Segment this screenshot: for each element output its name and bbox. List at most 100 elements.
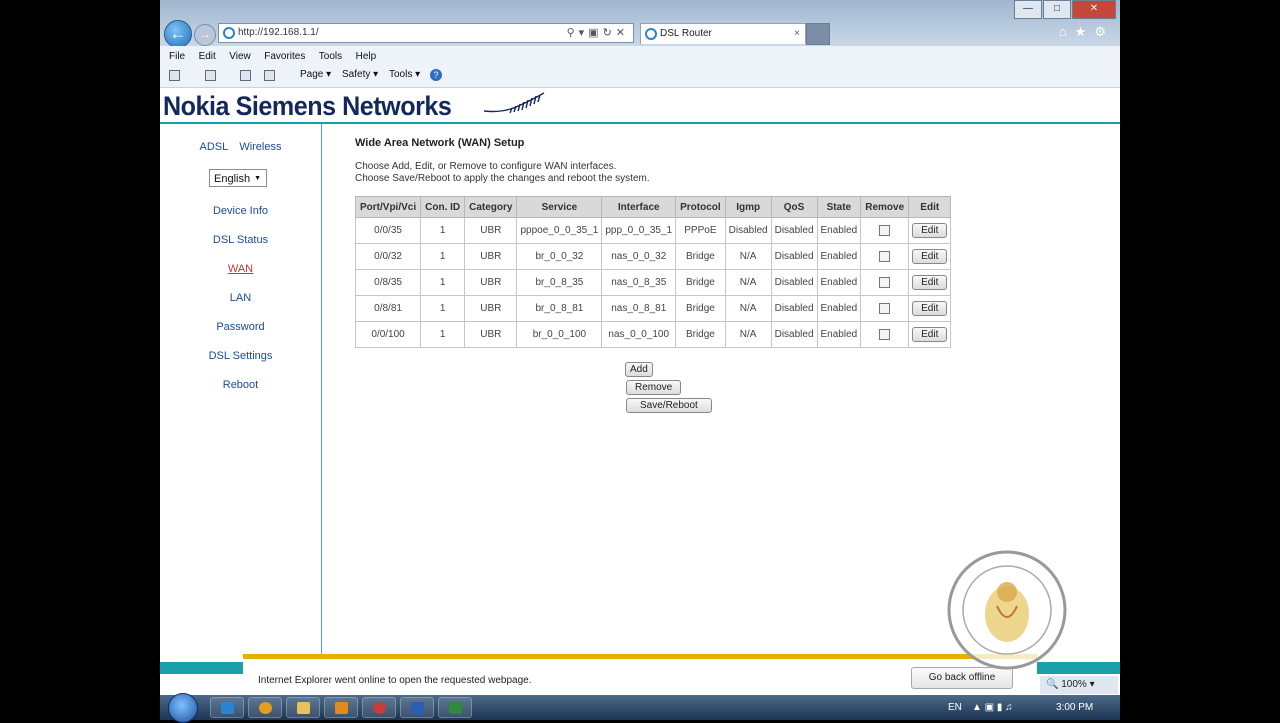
menu-favorites[interactable]: Favorites xyxy=(264,51,305,62)
edit-button[interactable]: Edit xyxy=(912,327,948,342)
address-tools-icon[interactable]: ⚲▾▣↻✕ xyxy=(567,24,629,42)
ie-page-icon xyxy=(223,27,235,39)
table-cell: Bridge xyxy=(675,295,726,322)
forward-button[interactable]: → xyxy=(194,24,216,46)
column-header: State xyxy=(816,196,862,218)
edit-button[interactable]: Edit xyxy=(912,301,948,316)
table-cell: nas_0_0_32 xyxy=(601,243,677,270)
menu-help[interactable]: Help xyxy=(356,51,377,62)
back-button[interactable]: ← xyxy=(164,20,192,48)
sidebar-item-lan[interactable]: LAN xyxy=(160,292,321,304)
start-button-icon[interactable] xyxy=(168,693,198,723)
table-cell: Disabled xyxy=(770,295,818,322)
column-header: Interface xyxy=(601,196,677,218)
tray-icons[interactable]: ▲ ▣ ▮ ♫ xyxy=(972,702,1013,713)
table-cell: nas_0_8_81 xyxy=(601,295,677,322)
taskbar-ie-icon[interactable] xyxy=(210,697,244,718)
table-cell: 0/0/32 xyxy=(354,243,422,270)
sidebar-item-dsl-status[interactable]: DSL Status xyxy=(160,234,321,246)
column-header: Con. ID xyxy=(420,196,466,218)
menu-view[interactable]: View xyxy=(229,51,251,62)
table-row: 0/8/81 1 UBR br_0_8_81 nas_0_8_81 Bridge N/A Di… xyxy=(354,295,952,322)
table-cell: Disabled xyxy=(770,243,818,270)
edit-button[interactable]: Edit xyxy=(912,249,948,264)
brand-logo: Nokia Siemens Networks xyxy=(163,91,452,121)
brand-swoosh-icon xyxy=(483,92,545,114)
edit-button[interactable]: Edit xyxy=(912,275,948,290)
table-cell: Disabled xyxy=(724,217,772,244)
table-cell: nas_0_0_100 xyxy=(601,321,677,348)
description-line-2: Choose Save/Reboot to apply the changes … xyxy=(355,173,650,184)
taskbar-word-icon[interactable] xyxy=(400,697,434,718)
remove-checkbox[interactable] xyxy=(879,276,891,288)
edit-cell: Edit xyxy=(908,295,952,322)
table-row: 0/0/100 1 UBR br_0_0_100 nas_0_0_100 Bridge N/… xyxy=(354,321,952,348)
remove-checkbox[interactable] xyxy=(879,224,891,236)
table-cell: Disabled xyxy=(770,269,818,296)
table-cell: 1 xyxy=(420,243,466,270)
edit-cell: Edit xyxy=(908,217,952,244)
table-cell: 0/8/81 xyxy=(354,295,422,322)
chevron-down-icon: ▼ xyxy=(254,175,261,182)
sidebar-link-wireless[interactable]: Wireless xyxy=(239,141,281,153)
add-button[interactable]: Add xyxy=(625,362,653,377)
page-menu[interactable]: Page ▾ xyxy=(300,69,331,80)
taskbar-media-icon[interactable] xyxy=(324,697,358,718)
tab-dsl-router[interactable]: DSL Router × xyxy=(640,23,806,44)
language-select[interactable]: English ▼ xyxy=(209,169,267,187)
remove-button[interactable]: Remove xyxy=(626,380,682,395)
zoom-level: 100% xyxy=(1061,679,1087,690)
remove-cell xyxy=(860,217,910,244)
table-cell: br_0_8_81 xyxy=(516,295,603,322)
table-cell: ppp_0_0_35_1 xyxy=(601,217,677,244)
sidebar-item-wan[interactable]: WAN xyxy=(160,263,321,275)
sidebar-item-reboot[interactable]: Reboot xyxy=(160,379,321,391)
edit-button[interactable]: Edit xyxy=(912,223,948,238)
language-value: English xyxy=(214,173,251,185)
remove-cell xyxy=(860,243,910,270)
remove-checkbox[interactable] xyxy=(879,250,891,262)
clock[interactable]: 3:00 PM xyxy=(1056,702,1093,713)
tab-close-icon[interactable]: × xyxy=(794,24,800,44)
zoom-control[interactable]: 🔍 100% ▾ xyxy=(1040,676,1118,694)
feeds-icon[interactable] xyxy=(205,70,216,81)
print-icon[interactable] xyxy=(264,70,275,81)
sidebar-item-dsl-settings[interactable]: DSL Settings xyxy=(160,350,321,362)
sidebar-item-device-info[interactable]: Device Info xyxy=(160,205,321,217)
sidebar-link-adsl[interactable]: ADSL xyxy=(200,141,229,153)
table-cell: N/A xyxy=(724,243,772,270)
taskbar-chrome-icon[interactable] xyxy=(248,697,282,718)
channel-watermark-logo xyxy=(947,550,1067,670)
taskbar-explorer-icon[interactable] xyxy=(286,697,320,718)
mail-icon[interactable] xyxy=(240,70,251,81)
home-favorites-settings-icons[interactable]: ⌂★⚙ xyxy=(1059,24,1114,40)
home-icon[interactable] xyxy=(169,70,180,81)
menu-file[interactable]: File xyxy=(169,51,185,62)
safety-menu[interactable]: Safety ▾ xyxy=(342,69,378,80)
table-cell: 1 xyxy=(420,295,466,322)
menu-bar: File Edit View Favorites Tools Help xyxy=(160,46,1120,66)
taskbar-app-icon[interactable] xyxy=(362,697,396,718)
language-indicator[interactable]: EN xyxy=(948,702,962,713)
save-reboot-button[interactable]: Save/Reboot xyxy=(626,398,712,413)
menu-edit[interactable]: Edit xyxy=(199,51,216,62)
remove-checkbox[interactable] xyxy=(879,328,891,340)
remove-checkbox[interactable] xyxy=(879,302,891,314)
help-icon[interactable]: ? xyxy=(430,69,442,81)
menu-tools[interactable]: Tools xyxy=(319,51,342,62)
taskbar-excel-icon[interactable] xyxy=(438,697,472,718)
sidebar-item-password[interactable]: Password xyxy=(160,321,321,333)
address-bar[interactable]: http://192.168.1.1/ ⚲▾▣↻✕ xyxy=(218,23,634,43)
table-cell: 1 xyxy=(420,269,466,296)
table-cell: pppoe_0_0_35_1 xyxy=(516,217,603,244)
table-row: 0/8/35 1 UBR br_0_8_35 nas_0_8_35 Bridge N/A Di… xyxy=(354,269,952,296)
tools-menu[interactable]: Tools ▾ xyxy=(389,69,420,80)
wan-interfaces-table: Port/Vpi/Vci Con. ID Category Service Interf… xyxy=(354,196,952,348)
remove-cell xyxy=(860,295,910,322)
edit-cell: Edit xyxy=(908,269,952,296)
close-button[interactable]: ✕ xyxy=(1072,0,1116,19)
column-header: Igmp xyxy=(724,196,772,218)
minimize-button[interactable]: — xyxy=(1014,0,1042,19)
new-tab-button[interactable] xyxy=(806,23,830,45)
maximize-button[interactable]: □ xyxy=(1043,0,1071,19)
